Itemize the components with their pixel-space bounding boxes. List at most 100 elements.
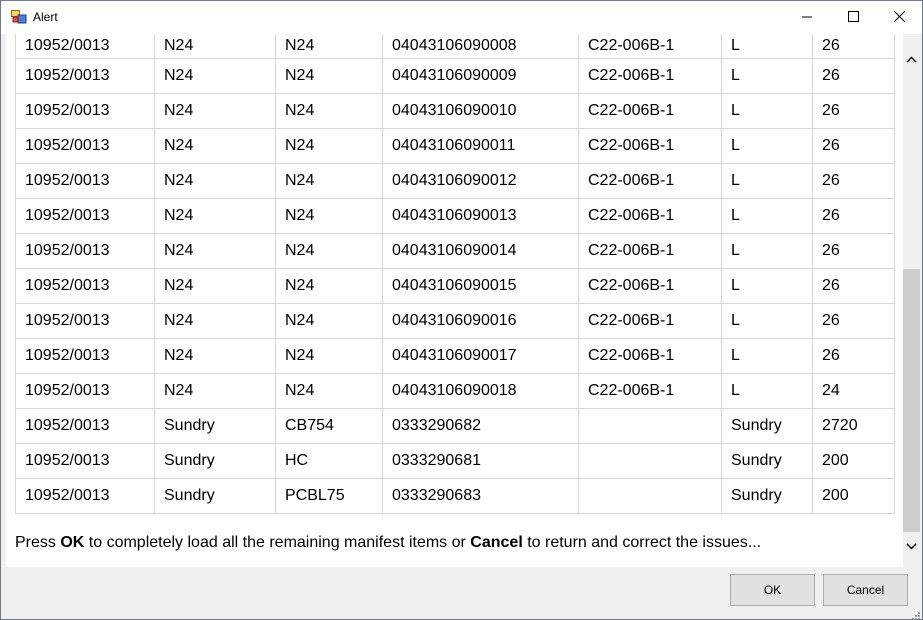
category-cell: L <box>721 58 813 94</box>
reference-cell: 10952/0013 <box>15 233 155 269</box>
scroll-up-button[interactable] <box>903 50 920 67</box>
type-cell: Sundry <box>154 443 276 479</box>
type-cell: N24 <box>154 198 276 234</box>
table-row[interactable]: 10952/0013 Sundry CB754 0333290682 Sundry 272… <box>15 408 895 444</box>
table-row[interactable]: 10952/0013 N24 N24 04043106090017 C22-006B-1… <box>15 338 895 374</box>
message-ok-word: OK <box>60 534 85 551</box>
location-cell <box>578 443 722 479</box>
reference-cell: 10952/0013 <box>15 303 155 339</box>
table-row[interactable]: 10952/0013 N24 N24 04043106090018 C22-006B-1… <box>15 373 895 409</box>
type-cell: N24 <box>154 233 276 269</box>
message-part-2: to completely load all the remaining man… <box>84 534 471 551</box>
location-cell: C22-006B-1 <box>578 373 722 409</box>
maximize-icon <box>847 9 859 27</box>
type-cell: N24 <box>154 373 276 409</box>
quantity-cell: 26 <box>812 93 895 129</box>
quantity-cell: 26 <box>812 303 895 339</box>
reference-cell: 10952/0013 <box>15 268 155 304</box>
barcode-cell: 04043106090012 <box>382 163 579 199</box>
window-title: Alert <box>33 10 58 24</box>
table-row[interactable]: 10952/0013 N24 N24 04043106090013 C22-006B-1… <box>15 198 895 234</box>
type-cell: Sundry <box>154 408 276 444</box>
table-row[interactable]: 10952/0013 Sundry PCBL75 0333290683 Sundry 20… <box>15 478 895 514</box>
table-row[interactable]: 10952/0013 N24 N24 04043106090014 C22-006B-1… <box>15 233 895 269</box>
table-row[interactable]: 10952/0013 N24 N24 04043106090008 C22-006B-1… <box>15 34 895 59</box>
barcode-cell: 04043106090010 <box>382 93 579 129</box>
resize-grip-icon[interactable] <box>910 607 920 619</box>
maximize-button[interactable] <box>830 1 876 34</box>
code-cell: N24 <box>275 303 383 339</box>
location-cell <box>578 408 722 444</box>
table-row[interactable]: 10952/0013 Sundry HC 0333290681 Sundry 200 <box>15 443 895 479</box>
quantity-cell: 26 <box>812 58 895 94</box>
location-cell <box>578 478 722 514</box>
scroll-down-button[interactable] <box>903 537 920 554</box>
table-row[interactable]: 10952/0013 N24 N24 04043106090015 C22-006B-1… <box>15 268 895 304</box>
category-cell: Sundry <box>721 443 813 479</box>
code-cell: N24 <box>275 233 383 269</box>
title-bar[interactable]: Alert <box>1 1 922 34</box>
category-cell: L <box>721 268 813 304</box>
close-button[interactable] <box>876 1 922 34</box>
cancel-button[interactable]: Cancel <box>823 574 908 606</box>
alert-window: Alert 10952/0013 N24 N24 04043106090008 … <box>0 0 923 620</box>
type-cell: N24 <box>154 303 276 339</box>
barcode-cell: 04043106090011 <box>382 128 579 164</box>
category-cell: L <box>721 233 813 269</box>
code-cell: N24 <box>275 128 383 164</box>
barcode-cell: 04043106090008 <box>382 34 579 59</box>
minimize-icon <box>801 9 813 27</box>
barcode-cell: 04043106090016 <box>382 303 579 339</box>
manifest-table: 10952/0013 N24 N24 04043106090008 C22-006B-1… <box>15 34 895 514</box>
reference-cell: 10952/0013 <box>15 198 155 234</box>
location-cell: C22-006B-1 <box>578 233 722 269</box>
table-row[interactable]: 10952/0013 N24 N24 04043106090016 C22-006B-1… <box>15 303 895 339</box>
quantity-cell: 26 <box>812 128 895 164</box>
category-cell: Sundry <box>721 408 813 444</box>
reference-cell: 10952/0013 <box>15 408 155 444</box>
quantity-cell: 24 <box>812 373 895 409</box>
barcode-cell: 04043106090009 <box>382 58 579 94</box>
table-row[interactable]: 10952/0013 N24 N24 04043106090009 C22-006B-1… <box>15 58 895 94</box>
reference-cell: 10952/0013 <box>15 163 155 199</box>
quantity-cell: 26 <box>812 163 895 199</box>
instruction-message: Press OK to completely load all the rema… <box>15 534 761 552</box>
location-cell: C22-006B-1 <box>578 58 722 94</box>
reference-cell: 10952/0013 <box>15 34 155 59</box>
table-row[interactable]: 10952/0013 N24 N24 04043106090010 C22-006B-1… <box>15 93 895 129</box>
code-cell: N24 <box>275 93 383 129</box>
barcode-cell: 04043106090015 <box>382 268 579 304</box>
code-cell: N24 <box>275 338 383 374</box>
chevron-down-icon <box>906 537 917 555</box>
vertical-scrollbar[interactable] <box>903 34 920 559</box>
minimize-button[interactable] <box>784 1 830 34</box>
quantity-cell: 26 <box>812 233 895 269</box>
category-cell: L <box>721 338 813 374</box>
category-cell: L <box>721 303 813 339</box>
reference-cell: 10952/0013 <box>15 478 155 514</box>
barcode-cell: 0333290681 <box>382 443 579 479</box>
quantity-cell: 26 <box>812 34 895 59</box>
quantity-cell: 26 <box>812 198 895 234</box>
code-cell: CB754 <box>275 408 383 444</box>
close-icon <box>893 9 905 27</box>
table-row[interactable]: 10952/0013 N24 N24 04043106090012 C22-006B-1… <box>15 163 895 199</box>
code-cell: N24 <box>275 198 383 234</box>
barcode-cell: 04043106090017 <box>382 338 579 374</box>
category-cell: Sundry <box>721 478 813 514</box>
ok-button[interactable]: OK <box>730 574 815 606</box>
reference-cell: 10952/0013 <box>15 93 155 129</box>
scroll-thumb[interactable] <box>903 269 920 532</box>
type-cell: N24 <box>154 268 276 304</box>
code-cell: HC <box>275 443 383 479</box>
barcode-cell: 0333290682 <box>382 408 579 444</box>
category-cell: L <box>721 163 813 199</box>
table-row[interactable]: 10952/0013 N24 N24 04043106090011 C22-006B-1… <box>15 128 895 164</box>
reference-cell: 10952/0013 <box>15 128 155 164</box>
type-cell: N24 <box>154 163 276 199</box>
app-window-icon <box>11 10 27 24</box>
location-cell: C22-006B-1 <box>578 268 722 304</box>
code-cell: N24 <box>275 58 383 94</box>
type-cell: N24 <box>154 338 276 374</box>
quantity-cell: 200 <box>812 478 895 514</box>
